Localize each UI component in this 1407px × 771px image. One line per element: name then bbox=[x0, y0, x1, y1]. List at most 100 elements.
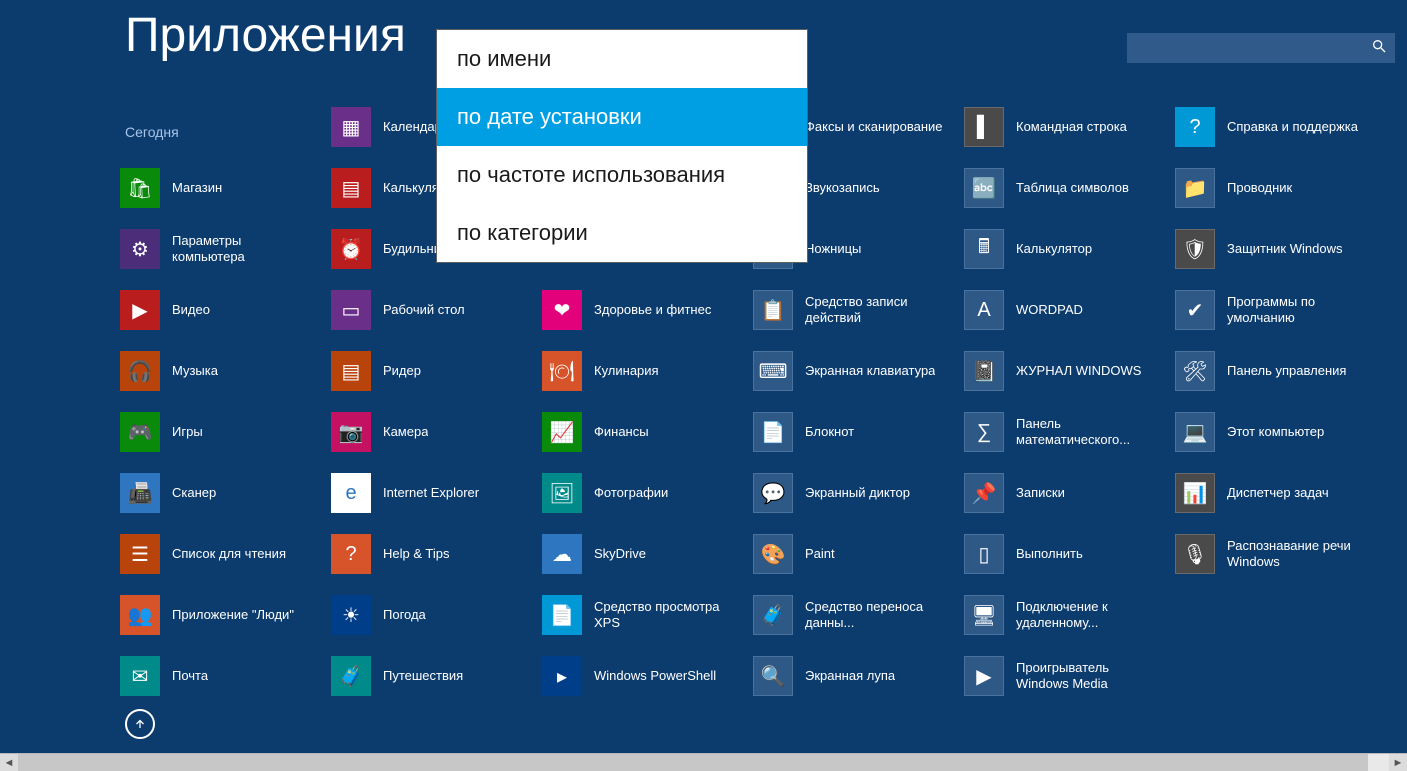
app-icon: ? bbox=[331, 534, 371, 574]
app-icon: ☀ bbox=[331, 595, 371, 635]
app-icon: ▶ bbox=[120, 290, 160, 330]
app-icon: ▸ bbox=[542, 656, 582, 696]
app-tile[interactable]: 🔍Экранная лупа bbox=[753, 651, 953, 701]
app-tile[interactable]: ▌Командная строка bbox=[964, 102, 1164, 152]
app-icon: ⏰ bbox=[331, 229, 371, 269]
app-label: Список для чтения bbox=[172, 546, 286, 562]
app-tile[interactable]: 🖥Подключение к удаленному... bbox=[964, 590, 1164, 640]
app-tile[interactable]: 🧳Путешествия bbox=[331, 651, 531, 701]
app-label: Панель математического... bbox=[1016, 416, 1161, 449]
app-tile[interactable]: 📋Средство записи действий bbox=[753, 285, 953, 335]
app-icon: 💬 bbox=[753, 473, 793, 513]
app-tile[interactable]: 🛡Защитник Windows bbox=[1175, 224, 1375, 274]
app-tile[interactable]: 📓ЖУРНАЛ WINDOWS bbox=[964, 346, 1164, 396]
app-tile[interactable]: ☀Погода bbox=[331, 590, 531, 640]
sort-option-install-date[interactable]: по дате установки bbox=[437, 88, 807, 146]
app-tile[interactable]: 📷Камера bbox=[331, 407, 531, 457]
app-tile[interactable]: ☰ Список для чтения bbox=[120, 529, 320, 579]
app-label: Диспетчер задач bbox=[1227, 485, 1329, 501]
app-tile[interactable]: ✉Почта bbox=[120, 651, 320, 701]
app-tile[interactable]: ⌨Экранная клавиатура bbox=[753, 346, 953, 396]
app-icon: ▌ bbox=[964, 107, 1004, 147]
search-input[interactable] bbox=[1127, 33, 1395, 63]
app-icon: ▤ bbox=[331, 168, 371, 208]
app-tile[interactable]: ▸Windows PowerShell bbox=[542, 651, 742, 701]
back-to-start-button[interactable] bbox=[125, 709, 155, 739]
app-label: Проводник bbox=[1227, 180, 1292, 196]
app-tile[interactable]: ▶ Видео bbox=[120, 285, 320, 335]
app-label: Программы по умолчанию bbox=[1227, 294, 1372, 327]
app-tile[interactable]: 🖩Калькулятор bbox=[964, 224, 1164, 274]
app-icon: ? bbox=[1175, 107, 1215, 147]
app-icon: 🔤 bbox=[964, 168, 1004, 208]
app-icon: 🛡 bbox=[1175, 229, 1215, 269]
app-tile[interactable]: 🎙Распознавание речи Windows bbox=[1175, 529, 1375, 579]
app-tile[interactable]: 🎧Музыка bbox=[120, 346, 320, 396]
app-label: Ридер bbox=[383, 363, 421, 379]
app-icon: 🧳 bbox=[331, 656, 371, 696]
app-tile[interactable]: 📌Записки bbox=[964, 468, 1164, 518]
app-icon: ☰ bbox=[120, 534, 160, 574]
app-tile[interactable]: 📠Сканер bbox=[120, 468, 320, 518]
app-label: Таблица символов bbox=[1016, 180, 1129, 196]
app-tile[interactable]: 💻Этот компьютер bbox=[1175, 407, 1375, 457]
app-icon: 🔍 bbox=[753, 656, 793, 696]
sort-option-category[interactable]: по категории bbox=[437, 204, 807, 262]
app-tile[interactable]: 🎨Paint bbox=[753, 529, 953, 579]
app-label: Выполнить bbox=[1016, 546, 1083, 562]
app-tile[interactable]: ∑Панель математического... bbox=[964, 407, 1164, 457]
app-tile[interactable]: 🍽Кулинария bbox=[542, 346, 742, 396]
app-tile[interactable]: ✔Программы по умолчанию bbox=[1175, 285, 1375, 335]
app-tile[interactable]: AWORDPAD bbox=[964, 285, 1164, 335]
app-tile[interactable]: ▯Выполнить bbox=[964, 529, 1164, 579]
app-icon: ▦ bbox=[331, 107, 371, 147]
app-tile[interactable]: ▤Ридер bbox=[331, 346, 531, 396]
scroll-left-button[interactable]: ◄ bbox=[0, 754, 18, 771]
app-tile[interactable]: 🎮Игры bbox=[120, 407, 320, 457]
app-tile[interactable]: ⚙Параметры компьютера bbox=[120, 224, 320, 274]
app-label: Экранный диктор bbox=[805, 485, 910, 501]
app-tile[interactable]: ▶Проигрыватель Windows Media bbox=[964, 651, 1164, 701]
app-tile[interactable]: ❤Здоровье и фитнес bbox=[542, 285, 742, 335]
app-label: Ножницы bbox=[805, 241, 861, 257]
app-icon: 📷 bbox=[331, 412, 371, 452]
search-icon bbox=[1371, 38, 1387, 59]
scroll-thumb[interactable] bbox=[18, 754, 1368, 771]
app-icon: 🎧 bbox=[120, 351, 160, 391]
app-tile[interactable]: 📄Средство просмотра XPS bbox=[542, 590, 742, 640]
app-tile[interactable]: 📁Проводник bbox=[1175, 163, 1375, 213]
app-tile[interactable]: 🔤 Таблица символов bbox=[964, 163, 1164, 213]
app-tile[interactable]: 📈Финансы bbox=[542, 407, 742, 457]
app-label: Средство просмотра XPS bbox=[594, 599, 739, 632]
app-label: SkyDrive bbox=[594, 546, 646, 562]
scroll-track[interactable] bbox=[18, 754, 1389, 771]
app-tile[interactable]: 👥Приложение "Люди" bbox=[120, 590, 320, 640]
app-tile[interactable]: ▭Рабочий стол bbox=[331, 285, 531, 335]
app-icon: 📄 bbox=[753, 412, 793, 452]
app-label: Видео bbox=[172, 302, 210, 318]
scroll-right-button[interactable]: ► bbox=[1389, 754, 1407, 771]
app-label: ЖУРНАЛ WINDOWS bbox=[1016, 363, 1141, 379]
app-icon: 🎙 bbox=[1175, 534, 1215, 574]
app-icon: e bbox=[331, 473, 371, 513]
sort-option-frequency[interactable]: по частоте использования bbox=[437, 146, 807, 204]
sort-option-name[interactable]: по имени bbox=[437, 30, 807, 88]
app-tile[interactable]: 📄Блокнот bbox=[753, 407, 953, 457]
app-icon: 👥 bbox=[120, 595, 160, 635]
app-tile[interactable]: 📊Диспетчер задач bbox=[1175, 468, 1375, 518]
app-tile[interactable]: 🧳Средство переноса данны... bbox=[753, 590, 953, 640]
app-tile[interactable]: 🖼Фотографии bbox=[542, 468, 742, 518]
app-tile[interactable]: eInternet Explorer bbox=[331, 468, 531, 518]
app-tile[interactable]: 💬 Экранный диктор bbox=[753, 468, 953, 518]
horizontal-scrollbar[interactable]: ◄ ► bbox=[0, 753, 1407, 771]
app-tile[interactable]: ?Справка и поддержка bbox=[1175, 102, 1375, 152]
app-icon: 💻 bbox=[1175, 412, 1215, 452]
app-tile[interactable]: ?Help & Tips bbox=[331, 529, 531, 579]
app-tile[interactable]: 🛍Магазин bbox=[120, 163, 320, 213]
app-icon: 📋 bbox=[753, 290, 793, 330]
app-tile[interactable]: ☁SkyDrive bbox=[542, 529, 742, 579]
app-icon: 📠 bbox=[120, 473, 160, 513]
app-icon: 🛠 bbox=[1175, 351, 1215, 391]
app-tile[interactable]: 🛠Панель управления bbox=[1175, 346, 1375, 396]
app-label: Фотографии bbox=[594, 485, 668, 501]
